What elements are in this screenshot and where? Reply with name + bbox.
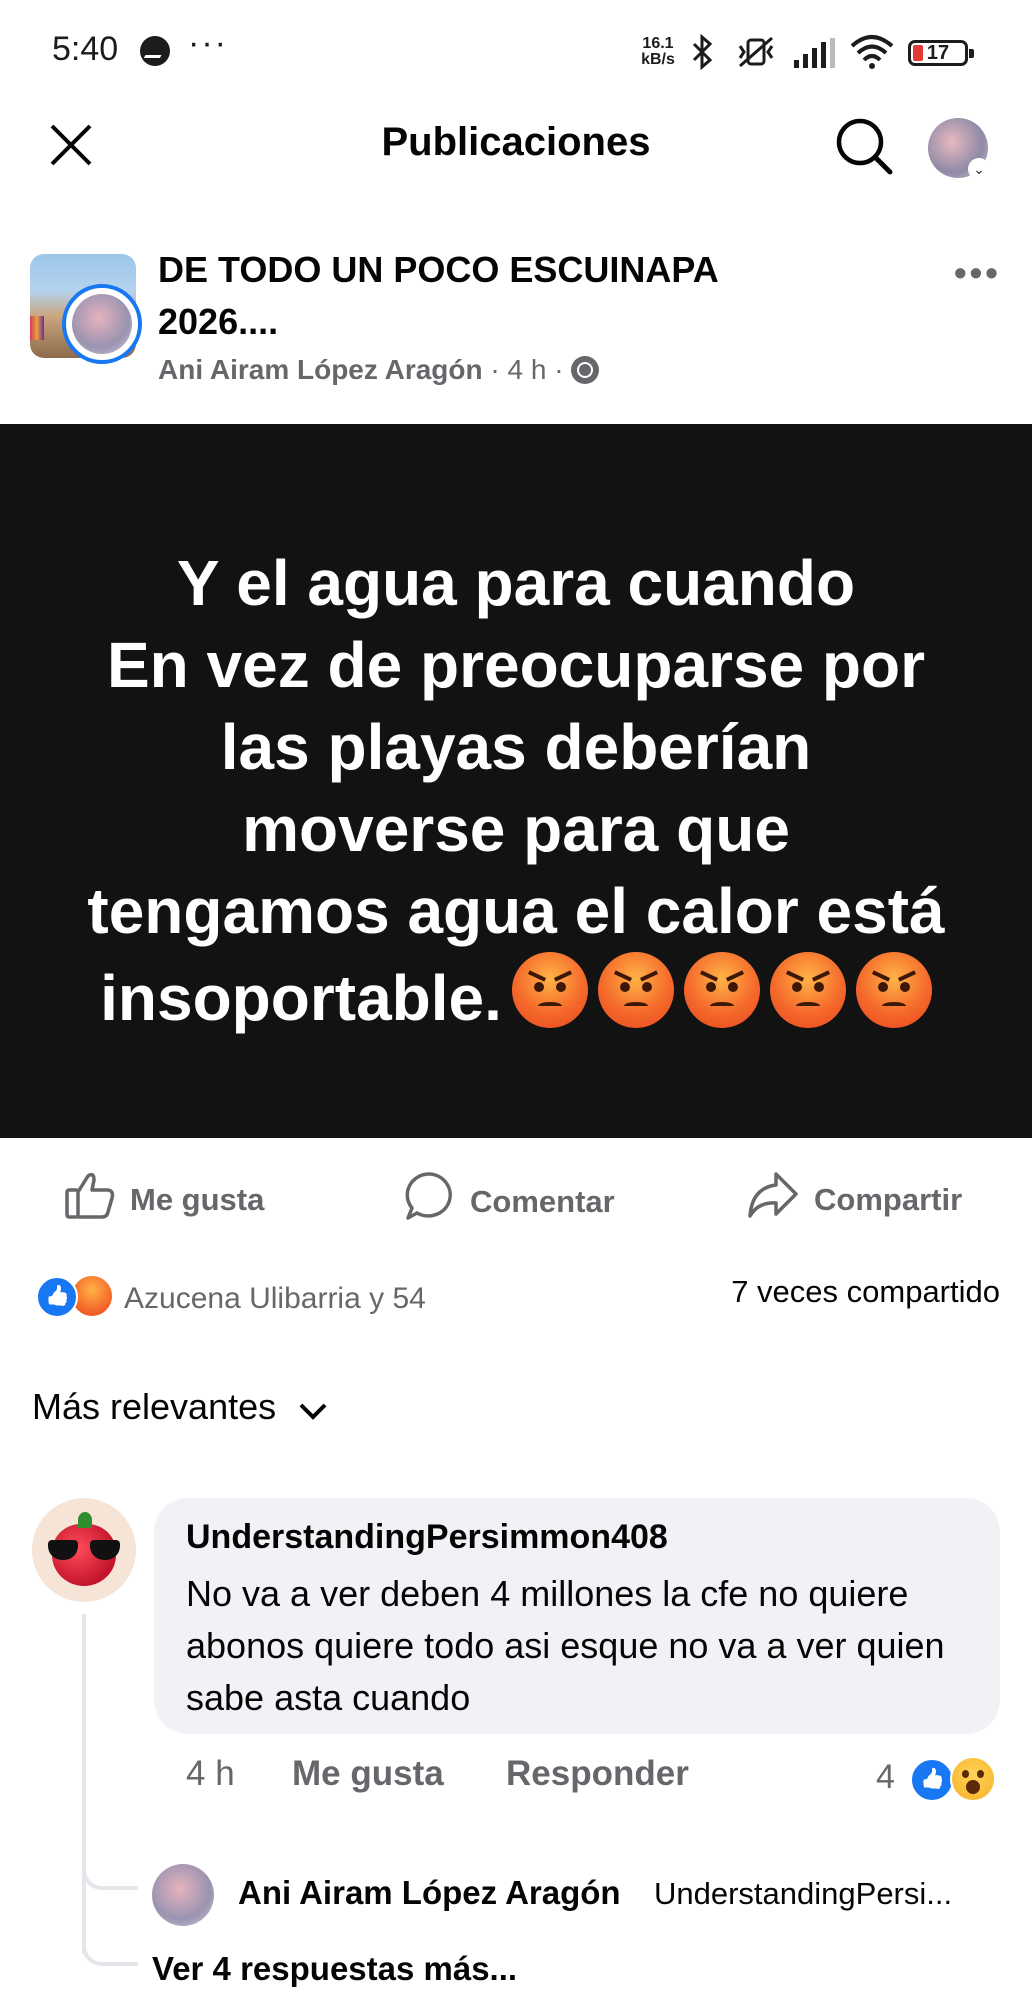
- comment-button[interactable]: Comentar: [404, 1170, 615, 1222]
- angry-emoji-icon: [769, 952, 846, 1028]
- meta-separator: ·: [490, 354, 500, 385]
- sort-label: Más relevantes: [32, 1386, 277, 1427]
- share-icon: [748, 1172, 798, 1218]
- chevron-down-icon: [299, 1403, 327, 1420]
- network-speed-value: 16.1: [642, 35, 674, 52]
- post-text-line: En vez de preocuparse por: [106, 629, 926, 701]
- author-avatar[interactable]: [62, 284, 142, 364]
- comment-like-button[interactable]: Me gusta: [292, 1754, 444, 1794]
- search-icon[interactable]: [834, 116, 894, 176]
- comment-reaction-count[interactable]: 4: [876, 1758, 895, 1797]
- wow-reaction-icon: [950, 1756, 996, 1802]
- thread-branch: [82, 1940, 138, 1966]
- angry-emoji-icon: [597, 952, 674, 1028]
- view-more-replies-link[interactable]: Ver 4 respuestas más...: [152, 1950, 517, 1988]
- wifi-icon: [850, 35, 894, 69]
- comment-icon: [405, 1172, 452, 1220]
- vibrate-off-icon: [738, 36, 774, 68]
- comment-reply-button[interactable]: Responder: [506, 1754, 689, 1794]
- angry-emoji-icon: [683, 952, 760, 1028]
- signal-icon: [794, 38, 835, 68]
- thumbs-up-icon: [65, 1172, 115, 1219]
- comment-sort-dropdown[interactable]: Más relevantes: [32, 1386, 328, 1428]
- comment-time: 4 h: [186, 1754, 235, 1793]
- battery-level: 17: [926, 42, 950, 64]
- post-text-line: las playas deberían: [220, 711, 812, 783]
- battery-icon: 17: [908, 40, 974, 66]
- status-time: 5:40: [52, 30, 119, 68]
- post-meta: Ani Airam López Aragón · 4 h ·: [158, 354, 600, 386]
- post-banner[interactable]: Y el agua para cuando En vez de preocupa…: [0, 424, 1032, 1138]
- like-button[interactable]: Me gusta: [64, 1170, 264, 1220]
- angry-emoji-icon: [855, 952, 932, 1028]
- bluetooth-icon: [692, 34, 713, 70]
- post-text-line: moverse para que: [242, 793, 790, 865]
- thread-line: [82, 1614, 86, 1954]
- more-options-icon[interactable]: •••: [954, 252, 1001, 294]
- reactions-summary-text: Azucena Ulibarria y 54: [124, 1282, 426, 1315]
- reply-mention: UnderstandingPersi...: [654, 1876, 953, 1911]
- reply-author-avatar[interactable]: [152, 1864, 214, 1926]
- share-label: Compartir: [814, 1182, 963, 1217]
- thread-branch: [82, 1860, 138, 1890]
- reactions-summary[interactable]: Azucena Ulibarria y 54: [36, 1274, 426, 1318]
- meta-separator: ·: [554, 354, 564, 385]
- network-speed-unit: kB/s: [641, 51, 675, 68]
- group-name[interactable]: DE TODO UN POCO ESCUINAPA 2026....: [158, 244, 748, 348]
- reply-author[interactable]: Ani Airam López Aragón: [238, 1874, 621, 1912]
- post-time[interactable]: 4 h: [508, 354, 547, 385]
- post-text-last-line: insoportable.: [40, 952, 992, 1039]
- status-overflow: ···: [188, 24, 228, 62]
- comment-label: Comentar: [470, 1184, 615, 1219]
- share-button[interactable]: Compartir: [746, 1170, 962, 1220]
- post-text-line: Y el agua para cuando: [176, 547, 856, 619]
- comment-bubble[interactable]: UnderstandingPersimmon408 No va a ver de…: [154, 1498, 1000, 1734]
- post-author[interactable]: Ani Airam López Aragón: [158, 354, 483, 385]
- chevron-down-icon[interactable]: ⌄: [968, 158, 990, 180]
- comment-author[interactable]: UnderstandingPersimmon408: [186, 1518, 668, 1557]
- like-reaction-icon: [910, 1758, 954, 1802]
- like-reaction-icon: [36, 1276, 78, 1318]
- status-bar: 5:40 ··· 16.1 kB/s 17: [0, 0, 1032, 100]
- like-label: Me gusta: [130, 1182, 265, 1217]
- post-text: Y el agua para cuando En vez de preocupa…: [40, 542, 992, 1039]
- messenger-icon: [140, 36, 170, 66]
- angry-emoji-icon: [511, 952, 588, 1028]
- comment-text: No va a ver deben 4 millones la cfe no q…: [186, 1573, 945, 1718]
- network-speed: 16.1 kB/s: [636, 36, 680, 68]
- globe-icon: [571, 356, 600, 384]
- post-text-line: tengamos agua el calor está: [87, 875, 945, 947]
- commenter-avatar[interactable]: [32, 1498, 136, 1602]
- shares-count[interactable]: 7 veces compartido: [731, 1274, 1000, 1310]
